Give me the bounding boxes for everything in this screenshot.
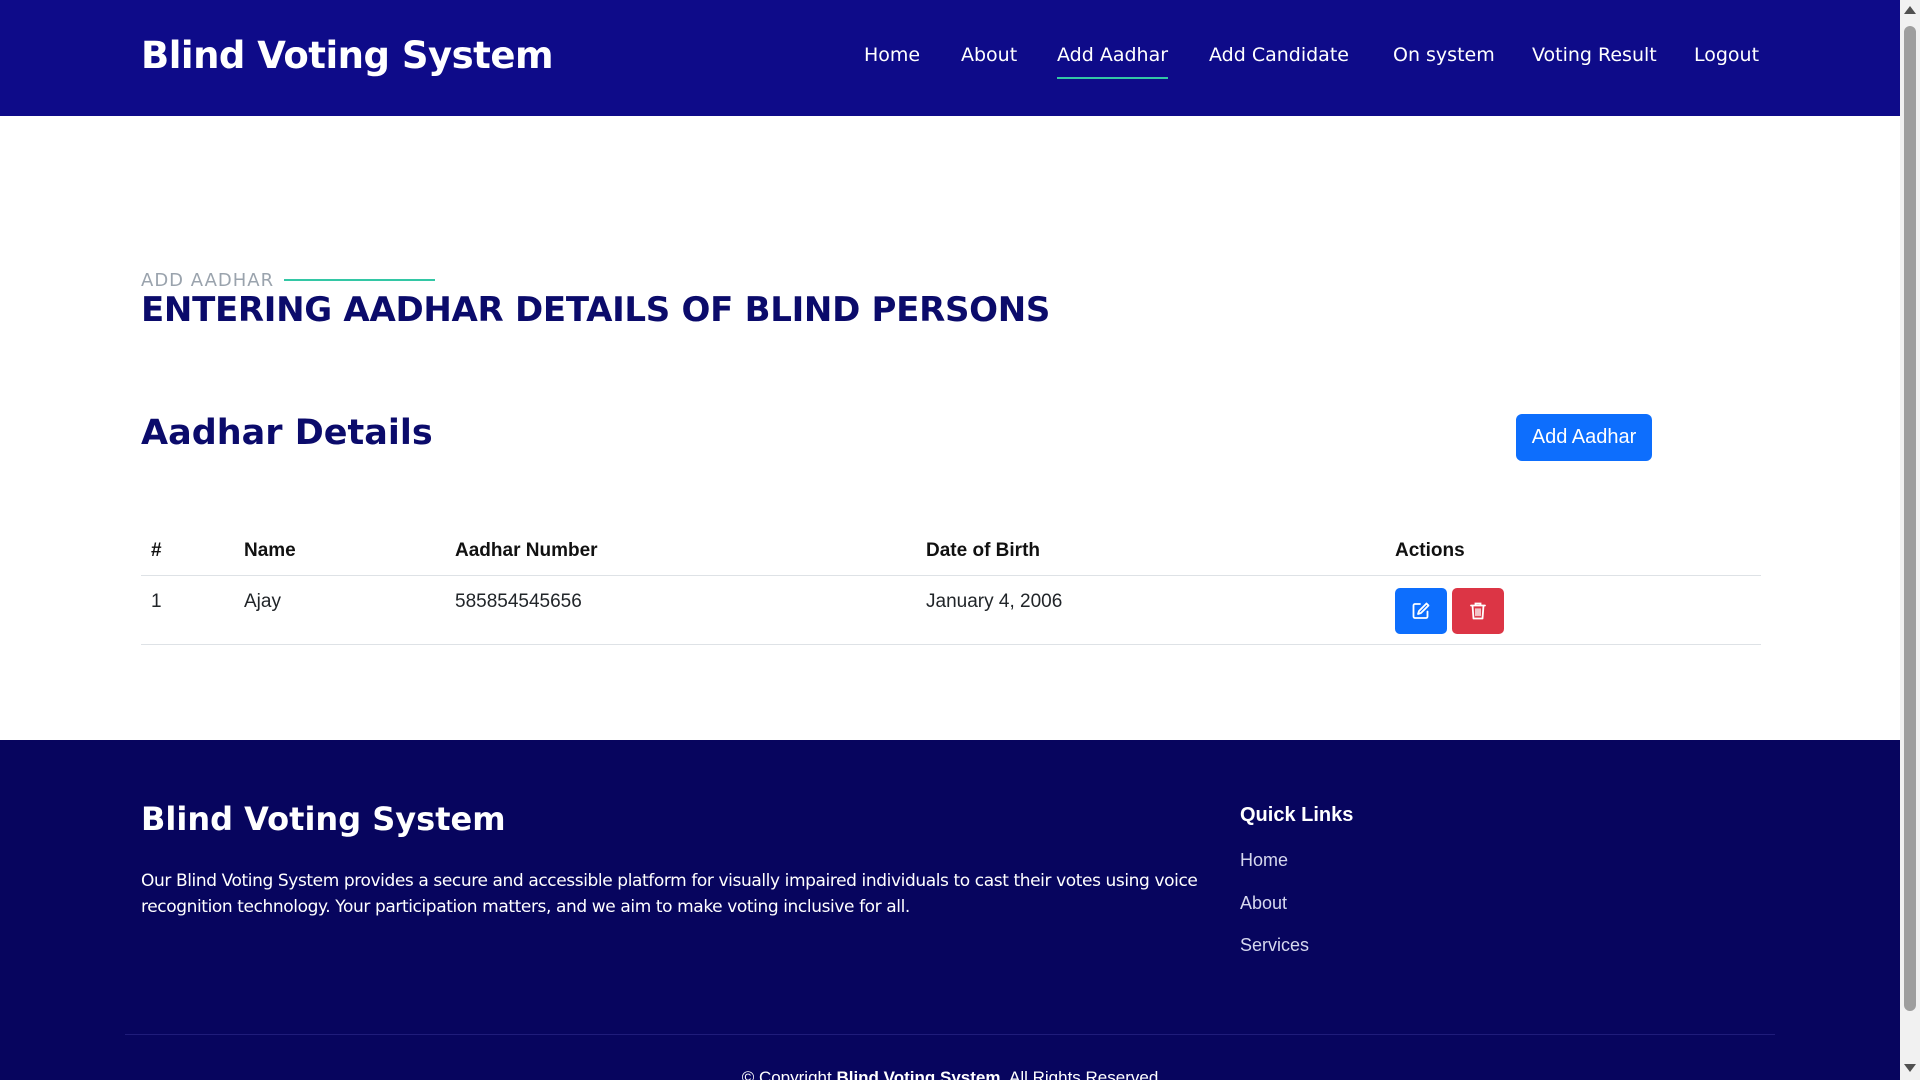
nav-on-system[interactable]: On system bbox=[1393, 44, 1495, 66]
row-date-of-birth: January 4, 2006 bbox=[926, 591, 1063, 612]
nav-home[interactable]: Home bbox=[864, 44, 920, 66]
site-footer: Blind Voting System Our Blind Voting Sys… bbox=[0, 740, 1900, 1080]
page-title: ENTERING AADHAR DETAILS OF BLIND PERSONS bbox=[141, 290, 1051, 330]
site-header: Blind Voting System Home About Add Aadha… bbox=[0, 0, 1900, 116]
nav-logout[interactable]: Logout bbox=[1694, 44, 1759, 66]
scrollbar-thumb[interactable] bbox=[1904, 26, 1916, 1011]
vertical-scrollbar[interactable] bbox=[1900, 0, 1920, 1080]
delete-button[interactable] bbox=[1452, 588, 1504, 634]
column-header-actions: Actions bbox=[1395, 540, 1465, 561]
nav-add-candidate[interactable]: Add Candidate bbox=[1209, 44, 1349, 66]
edit-button[interactable] bbox=[1395, 588, 1447, 634]
footer-brand: Blind Voting System bbox=[141, 800, 506, 838]
trash-icon bbox=[1470, 602, 1486, 620]
copyright: © Copyright Blind Voting System. All Rig… bbox=[0, 1068, 1900, 1080]
quick-links-title: Quick Links bbox=[1240, 804, 1354, 826]
scroll-up-arrow[interactable] bbox=[1904, 6, 1916, 14]
footer-link-services[interactable]: Services bbox=[1240, 935, 1309, 956]
add-aadhar-button[interactable]: Add Aadhar bbox=[1516, 414, 1652, 461]
scroll-down-arrow[interactable] bbox=[1904, 1064, 1916, 1072]
copyright-suffix: . All Rights Reserved bbox=[1000, 1068, 1159, 1080]
nav-voting-result[interactable]: Voting Result bbox=[1532, 44, 1657, 66]
table-row-divider bbox=[141, 644, 1761, 645]
main-nav: Home About Add Aadhar Add Candidate On s… bbox=[0, 0, 1900, 116]
column-header-aadhar: Aadhar Number bbox=[455, 540, 598, 561]
column-header-dob: Date of Birth bbox=[926, 540, 1040, 561]
section-divider bbox=[284, 279, 435, 281]
footer-description: Our Blind Voting System provides a secur… bbox=[141, 871, 1198, 917]
row-index: 1 bbox=[151, 591, 162, 612]
nav-about[interactable]: About bbox=[961, 44, 1017, 66]
column-header-index: # bbox=[151, 540, 162, 561]
copyright-brand: Blind Voting System bbox=[836, 1068, 1001, 1080]
nav-add-aadhar[interactable]: Add Aadhar bbox=[1057, 44, 1169, 79]
column-header-name: Name bbox=[244, 540, 296, 561]
footer-link-about[interactable]: About bbox=[1240, 893, 1287, 914]
details-title: Aadhar Details bbox=[141, 413, 433, 453]
row-name: Ajay bbox=[244, 591, 281, 612]
footer-link-home[interactable]: Home bbox=[1240, 850, 1288, 871]
footer-divider bbox=[125, 1034, 1775, 1035]
table-header-divider bbox=[141, 575, 1761, 576]
copyright-prefix: © Copyright bbox=[741, 1068, 832, 1080]
edit-icon bbox=[1412, 602, 1430, 619]
section-subtitle: ADD AADHAR bbox=[141, 270, 275, 291]
row-aadhar-number: 585854545656 bbox=[455, 591, 582, 612]
